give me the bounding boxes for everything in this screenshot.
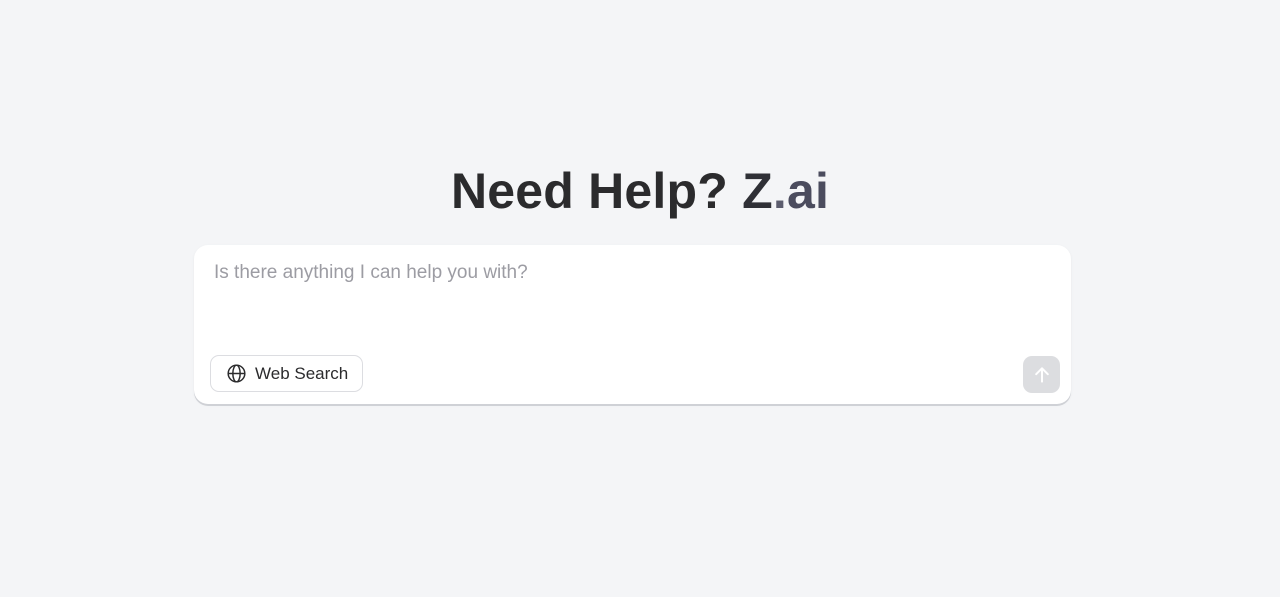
title-prefix: Need Help?	[450, 163, 743, 219]
globe-icon	[226, 363, 247, 384]
chat-composer: Web Search	[194, 245, 1071, 404]
brand-z: Z	[742, 163, 773, 219]
brand-dot: .	[772, 163, 787, 219]
brand-ai: ai	[786, 163, 830, 219]
send-button[interactable]	[1023, 356, 1060, 393]
web-search-label: Web Search	[255, 363, 349, 383]
web-search-button[interactable]: Web Search	[210, 355, 364, 392]
arrow-up-icon	[1032, 365, 1052, 385]
chat-input[interactable]	[214, 260, 1044, 340]
hero: Need Help? Z.ai	[0, 160, 1280, 222]
page-title: Need Help? Z.ai	[451, 160, 829, 222]
